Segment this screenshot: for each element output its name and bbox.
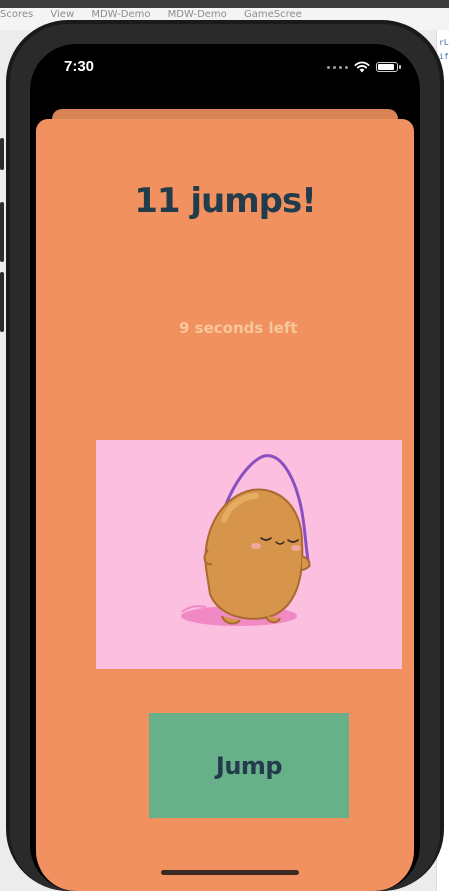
potato-jump-rope-image <box>181 454 311 626</box>
battery-icon <box>376 62 401 72</box>
device-screen: 7:30 11 jumps! 9 seconds left Jump <box>30 44 420 891</box>
breadcrumb-item[interactable]: Scores <box>0 9 33 20</box>
breadcrumb-item[interactable]: MDW-Demo <box>91 9 150 20</box>
breadcrumb-item[interactable]: View <box>50 9 74 20</box>
iphone-simulator: 7:30 11 jumps! 9 seconds left Jump <box>0 20 444 891</box>
jump-button[interactable]: Jump <box>149 713 349 818</box>
wifi-icon <box>354 61 370 73</box>
status-time: 7:30 <box>64 58 95 75</box>
game-sheet: 11 jumps! 9 seconds left Jump <box>36 119 414 891</box>
status-icons <box>327 60 401 74</box>
volume-down-button <box>0 272 4 332</box>
breadcrumb-item[interactable]: MDW-Demo <box>168 9 227 20</box>
potato-jump-rope-illustration <box>96 440 402 669</box>
code-fragment: rLab <box>439 38 449 47</box>
notch <box>116 44 334 74</box>
code-fragment: if <box>439 52 449 61</box>
volume-up-button <box>0 202 4 262</box>
jump-button-label: Jump <box>215 751 283 780</box>
seconds-left-label: 9 seconds left <box>179 319 298 337</box>
signal-dots-icon <box>327 65 348 69</box>
mute-switch <box>0 138 4 170</box>
jumps-count-title: 11 jumps! <box>134 181 317 221</box>
breadcrumb-item[interactable]: GameScree <box>244 9 302 20</box>
home-indicator[interactable] <box>161 870 299 875</box>
mac-title-bar <box>0 0 449 8</box>
